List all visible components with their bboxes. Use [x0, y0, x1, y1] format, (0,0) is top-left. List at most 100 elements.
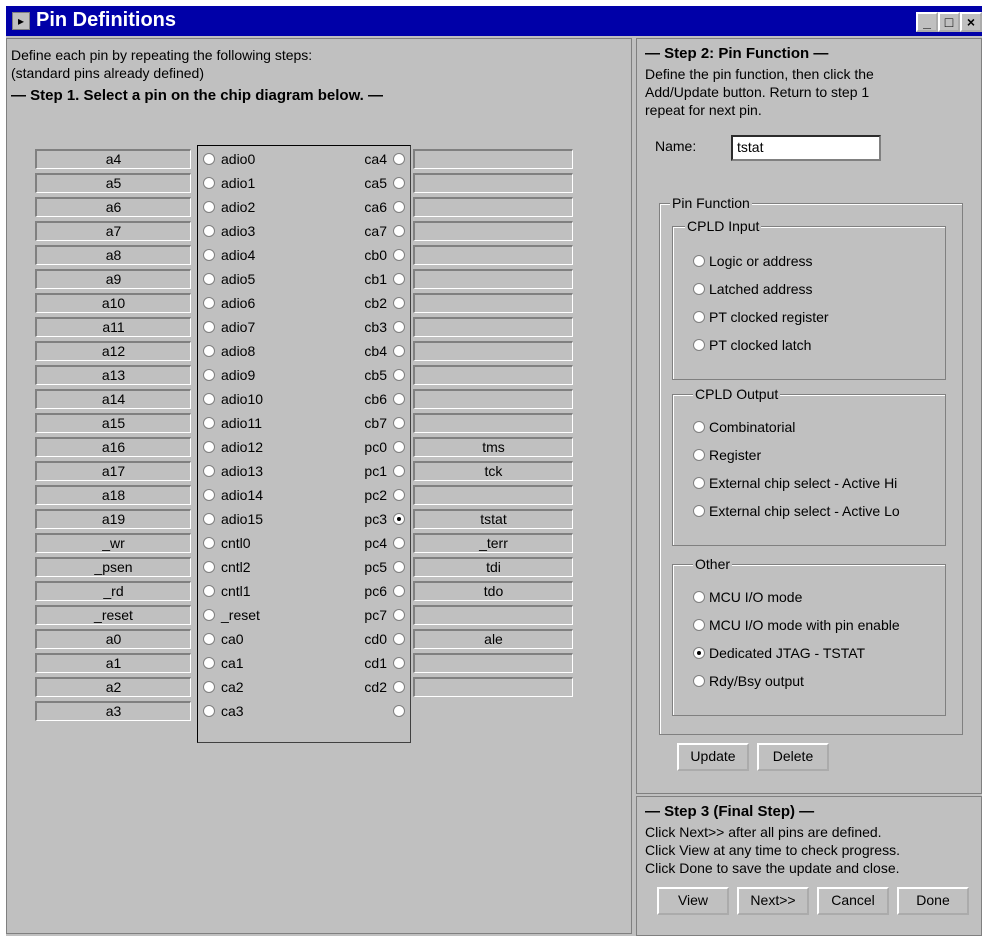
pin-radio[interactable]	[393, 465, 405, 477]
pin-radio[interactable]	[393, 345, 405, 357]
pin-function-option[interactable]: MCU I/O mode	[693, 587, 802, 607]
pin-radio[interactable]	[393, 633, 405, 645]
pin-radio[interactable]	[203, 633, 215, 645]
right-pin[interactable]: pc2	[325, 485, 405, 505]
pin-radio[interactable]	[393, 369, 405, 381]
left-pin[interactable]: _reset	[203, 605, 260, 625]
right-pin[interactable]: cb2	[325, 293, 405, 313]
minimize-button[interactable]: _	[916, 12, 938, 32]
option-radio[interactable]	[693, 591, 705, 603]
done-button[interactable]: Done	[897, 887, 969, 915]
maximize-button[interactable]: □	[938, 12, 960, 32]
left-pin[interactable]: adio1	[203, 173, 255, 193]
pin-radio[interactable]	[203, 537, 215, 549]
pin-radio[interactable]	[393, 201, 405, 213]
pin-radio[interactable]	[203, 297, 215, 309]
right-pin[interactable]: cb5	[325, 365, 405, 385]
left-pin[interactable]: ca1	[203, 653, 244, 673]
left-pin[interactable]: adio2	[203, 197, 255, 217]
pin-function-option[interactable]: Latched address	[693, 279, 813, 299]
left-pin[interactable]: ca0	[203, 629, 244, 649]
pin-function-option[interactable]: Dedicated JTAG - TSTAT	[693, 643, 865, 663]
left-pin[interactable]: adio6	[203, 293, 255, 313]
left-pin[interactable]: adio10	[203, 389, 263, 409]
pin-radio[interactable]	[203, 321, 215, 333]
right-pin[interactable]: pc5	[325, 557, 405, 577]
right-pin[interactable]	[325, 701, 405, 721]
pin-radio[interactable]	[203, 465, 215, 477]
left-pin[interactable]: adio12	[203, 437, 263, 457]
name-field[interactable]: tstat	[731, 135, 881, 161]
option-radio[interactable]	[693, 339, 705, 351]
right-pin[interactable]: ca7	[325, 221, 405, 241]
cancel-button[interactable]: Cancel	[817, 887, 889, 915]
option-radio[interactable]	[693, 477, 705, 489]
right-pin[interactable]: cd0	[325, 629, 405, 649]
pin-radio[interactable]	[393, 273, 405, 285]
pin-function-option[interactable]: Logic or address	[693, 251, 813, 271]
pin-radio[interactable]	[203, 417, 215, 429]
pin-radio[interactable]	[203, 681, 215, 693]
pin-radio[interactable]	[393, 585, 405, 597]
pin-radio[interactable]	[393, 225, 405, 237]
pin-radio[interactable]	[393, 681, 405, 693]
right-pin[interactable]: ca4	[325, 149, 405, 169]
pin-function-option[interactable]: PT clocked latch	[693, 335, 811, 355]
right-pin[interactable]: pc3	[325, 509, 405, 529]
pin-radio[interactable]	[393, 705, 405, 717]
option-radio[interactable]	[693, 421, 705, 433]
right-pin[interactable]: cb7	[325, 413, 405, 433]
pin-radio[interactable]	[203, 273, 215, 285]
option-radio[interactable]	[693, 675, 705, 687]
option-radio[interactable]	[693, 255, 705, 267]
pin-radio[interactable]	[393, 321, 405, 333]
pin-function-option[interactable]: Register	[693, 445, 761, 465]
right-pin[interactable]: pc0	[325, 437, 405, 457]
pin-radio[interactable]	[393, 393, 405, 405]
pin-radio[interactable]	[203, 225, 215, 237]
option-radio[interactable]	[693, 449, 705, 461]
pin-radio[interactable]	[203, 609, 215, 621]
left-pin[interactable]: adio4	[203, 245, 255, 265]
pin-radio[interactable]	[393, 249, 405, 261]
left-pin[interactable]: cntl1	[203, 581, 251, 601]
right-pin[interactable]: cb1	[325, 269, 405, 289]
pin-radio[interactable]	[393, 513, 405, 525]
left-pin[interactable]: ca3	[203, 701, 244, 721]
left-pin[interactable]: adio9	[203, 365, 255, 385]
right-pin[interactable]: cb0	[325, 245, 405, 265]
left-pin[interactable]: adio14	[203, 485, 263, 505]
pin-radio[interactable]	[203, 489, 215, 501]
pin-radio[interactable]	[203, 561, 215, 573]
left-pin[interactable]: adio3	[203, 221, 255, 241]
view-button[interactable]: View	[657, 887, 729, 915]
right-pin[interactable]: ca5	[325, 173, 405, 193]
left-pin[interactable]: cntl0	[203, 533, 251, 553]
right-pin[interactable]: ca6	[325, 197, 405, 217]
right-pin[interactable]: cb3	[325, 317, 405, 337]
pin-radio[interactable]	[393, 489, 405, 501]
option-radio[interactable]	[693, 647, 705, 659]
pin-radio[interactable]	[203, 345, 215, 357]
pin-radio[interactable]	[393, 177, 405, 189]
pin-function-option[interactable]: External chip select - Active Hi	[693, 473, 897, 493]
right-pin[interactable]: cb4	[325, 341, 405, 361]
option-radio[interactable]	[693, 505, 705, 517]
left-pin[interactable]: adio11	[203, 413, 262, 433]
pin-function-option[interactable]: PT clocked register	[693, 307, 829, 327]
option-radio[interactable]	[693, 311, 705, 323]
delete-button[interactable]: Delete	[757, 743, 829, 771]
pin-radio[interactable]	[203, 585, 215, 597]
left-pin[interactable]: adio13	[203, 461, 263, 481]
right-pin[interactable]: cd2	[325, 677, 405, 697]
right-pin[interactable]: pc7	[325, 605, 405, 625]
right-pin[interactable]: pc4	[325, 533, 405, 553]
left-pin[interactable]: ca2	[203, 677, 244, 697]
pin-function-option[interactable]: Combinatorial	[693, 417, 795, 437]
pin-radio[interactable]	[203, 153, 215, 165]
pin-radio[interactable]	[203, 657, 215, 669]
right-pin[interactable]: cb6	[325, 389, 405, 409]
pin-function-option[interactable]: MCU I/O mode with pin enable	[693, 615, 900, 635]
pin-function-option[interactable]: External chip select - Active Lo	[693, 501, 900, 521]
pin-function-option[interactable]: Rdy/Bsy output	[693, 671, 804, 691]
